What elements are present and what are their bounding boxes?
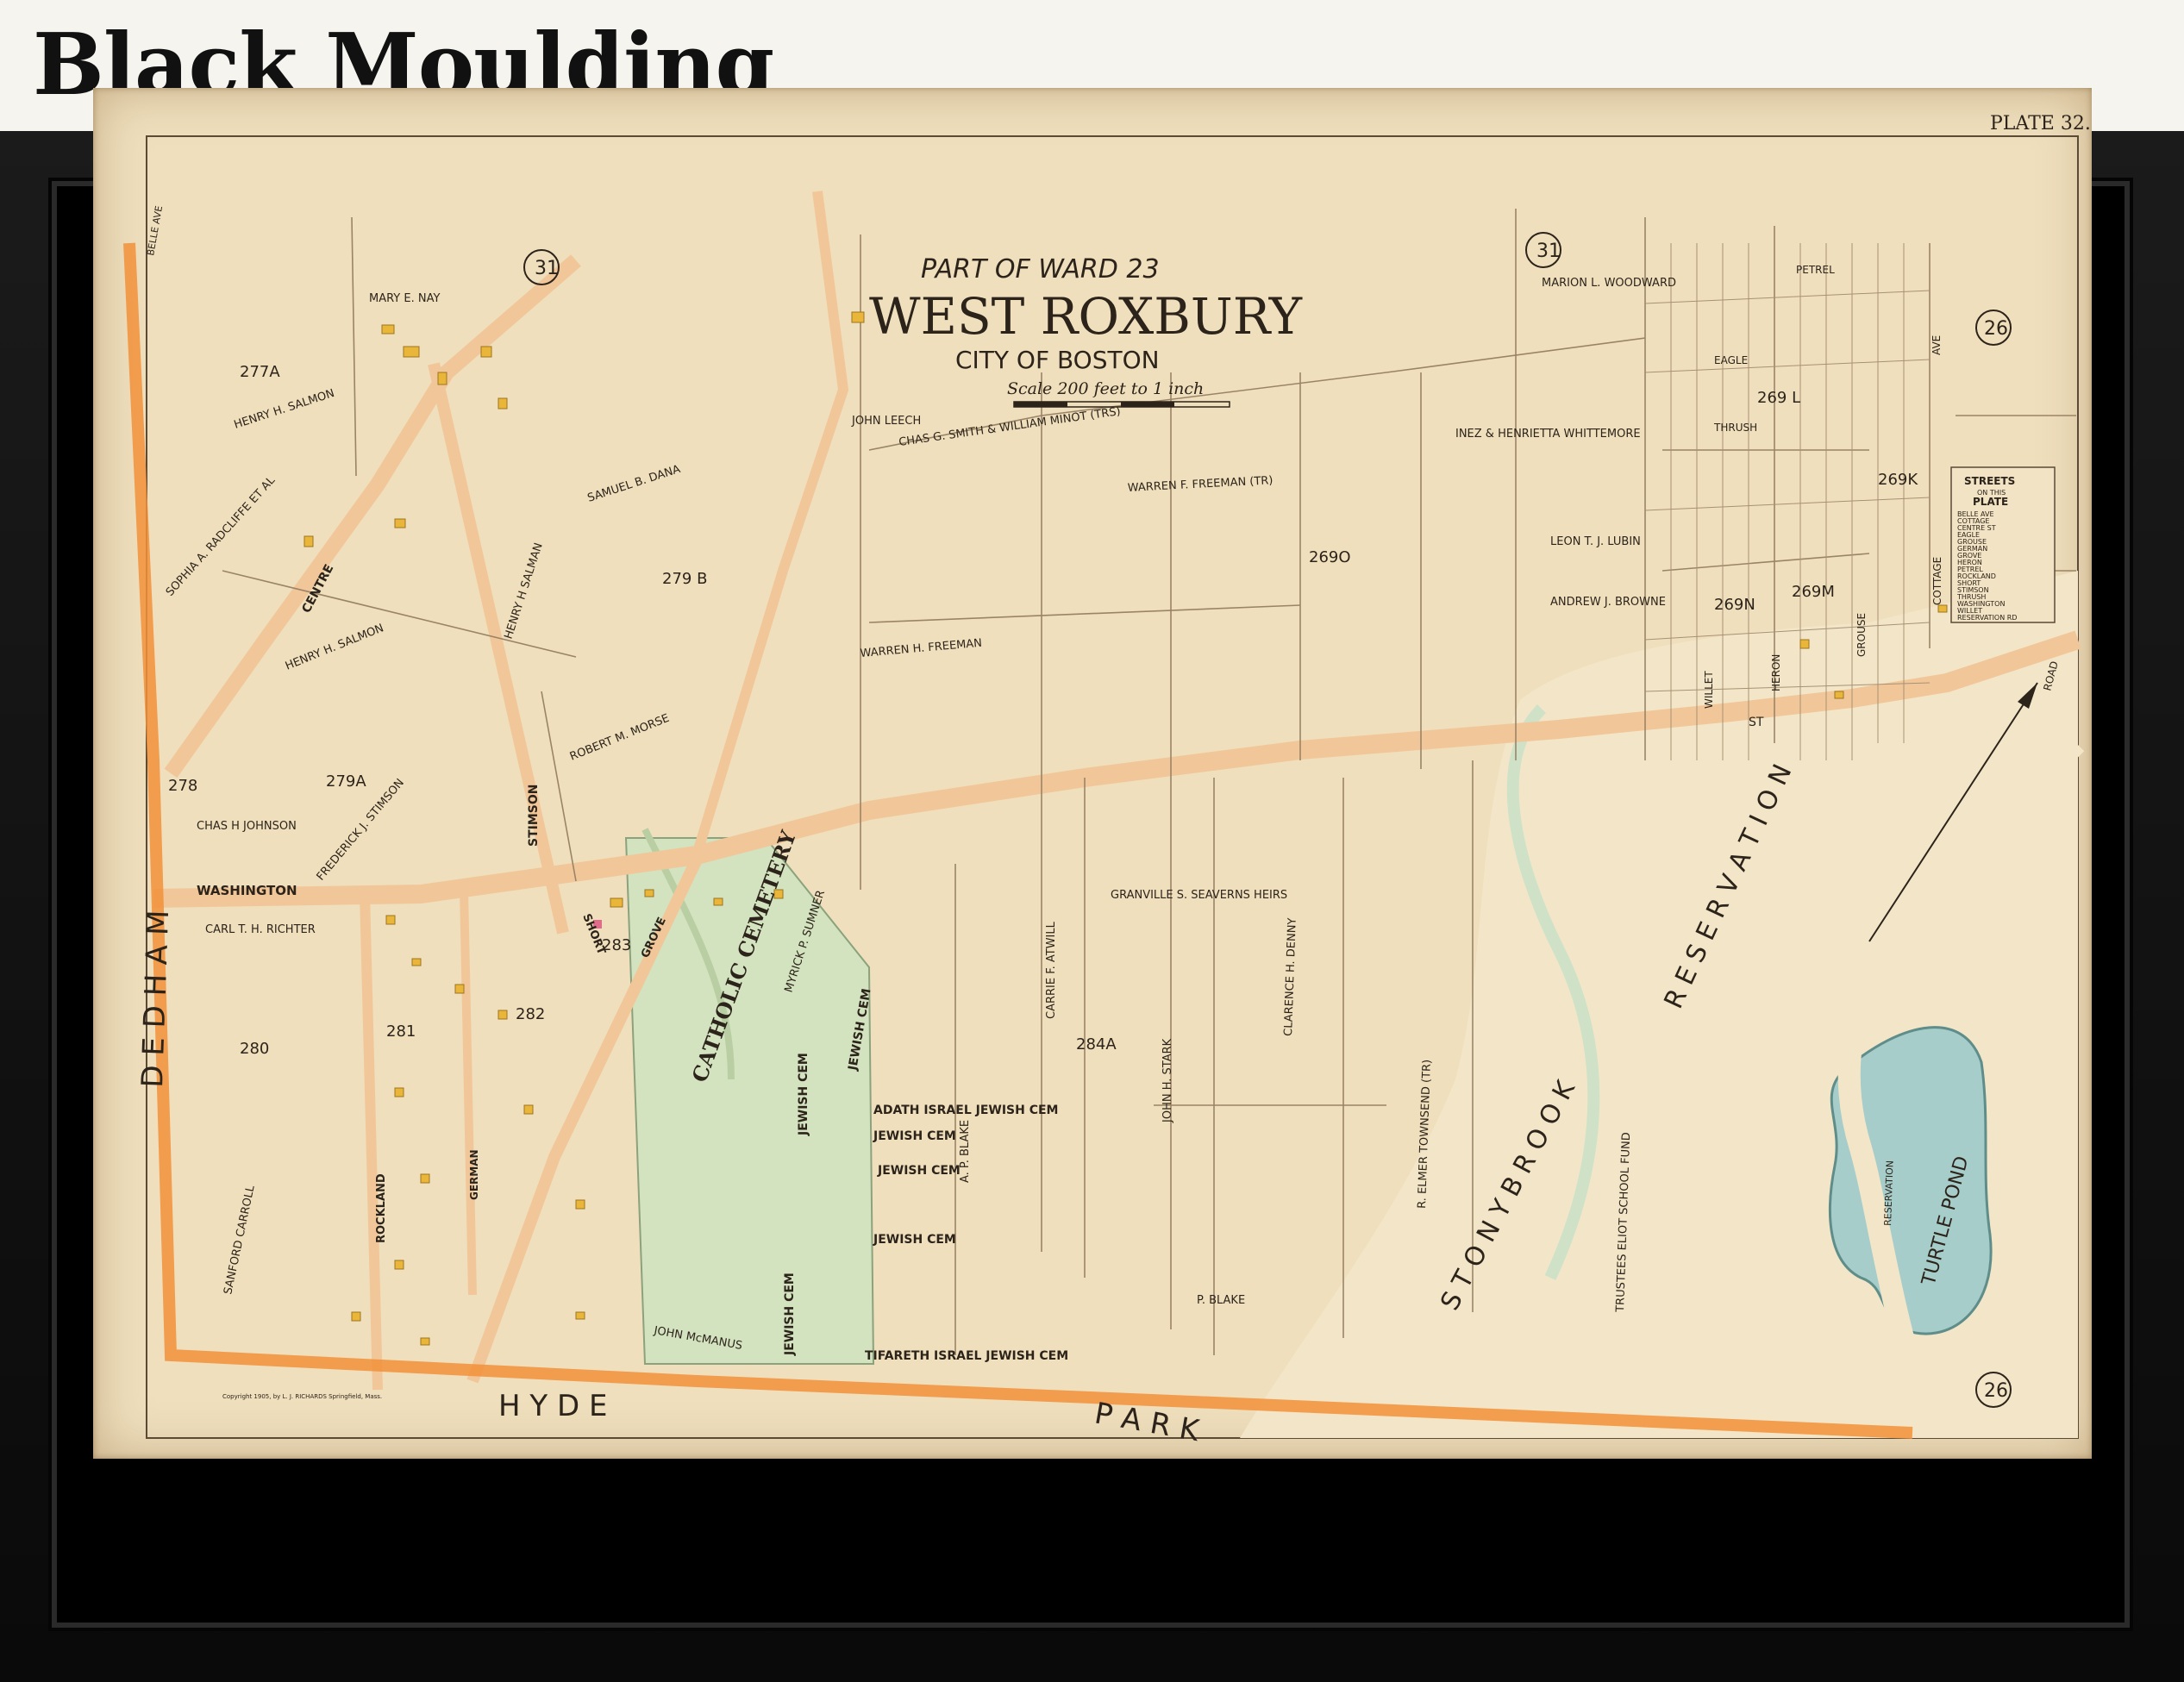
parcel-number: 269K: [1878, 471, 1918, 489]
map-city: CITY OF BOSTON: [955, 346, 1160, 374]
owner-label: HENRY H. SALMON: [284, 622, 385, 672]
german-street: [460, 889, 477, 1296]
street-label-stimson: STIMSON: [527, 785, 541, 847]
map-subtitle: PART OF WARD 23: [921, 254, 1160, 285]
street-label-ave: AVE: [1931, 335, 1943, 355]
legend-item: RESERVATION RD: [1957, 614, 2017, 622]
parcel-number: 279A: [326, 772, 366, 791]
legend-plate: PLATE: [1973, 496, 2008, 508]
owner-label: SANFORD CARROLL: [222, 1184, 258, 1296]
owner-label: CLARENCE H. DENNY: [1282, 917, 1299, 1036]
owner-label: HENRY H SALMAN: [503, 541, 546, 641]
plate-ref-top-mid: 31: [1536, 241, 1561, 262]
street-label-belle-ave: BELLE AVE: [145, 205, 165, 257]
cemetery-label: JEWISH CEM: [797, 1053, 810, 1136]
owner-label: LEON T. J. LUBIN: [1550, 535, 1641, 548]
scale-text: Scale 200 feet to 1 inch: [1007, 379, 1204, 398]
street-label-rockland: ROCKLAND: [375, 1173, 388, 1243]
owner-label: JOHN LEECH: [851, 415, 921, 428]
owner-label: SAMUEL B. DANA: [586, 463, 682, 505]
map-print: PLATE 32. PART OF WARD 23 WEST ROXBURY C…: [93, 88, 2092, 1459]
parcel-number: 280: [240, 1040, 269, 1058]
owner-label: CARRIE F. ATWILL: [1045, 921, 1058, 1019]
owner-label: CHAS G. SMITH & WILLIAM MINOT (TRS): [898, 405, 1121, 449]
parcel-number: 279 B: [662, 570, 707, 588]
street-label-reservation-rd: RESERVATION: [1882, 1160, 1896, 1226]
parcel-number: 269N: [1714, 596, 1755, 614]
owner-label: CHAS H JOHNSON: [197, 820, 297, 833]
parcel-number: 278: [168, 777, 197, 795]
owner-label: ANDREW J. BROWNE: [1550, 596, 1666, 609]
parcel-number: 281: [386, 1022, 416, 1041]
owner-label: WARREN H. FREEMAN: [860, 637, 983, 660]
street-label-cottage: COTTAGE: [1931, 557, 1943, 605]
parcel-number: 269M: [1792, 583, 1835, 601]
owner-label: MARION L. WOODWARD: [1542, 277, 1676, 290]
owner-label: A. P. BLAKE: [959, 1120, 972, 1183]
street-label-st: ST: [1749, 716, 1764, 729]
stimson-street: [428, 362, 569, 935]
street-label-grouse: GROUSE: [1855, 613, 1868, 657]
owner-label: ROBERT M. MORSE: [568, 712, 672, 764]
lagrange-road: [691, 191, 849, 857]
cemetery-label: JEWISH CEM: [783, 1272, 797, 1356]
owner-label: HENRY H. SALMON: [233, 387, 336, 432]
street-label-washington: WASHINGTON: [197, 883, 297, 898]
legend-title: STREETS: [1964, 475, 2015, 487]
owner-label: GRANVILLE S. SEAVERNS HEIRS: [1111, 889, 1287, 902]
street-label-thrush: THRUSH: [1713, 422, 1757, 434]
owner-label: MARY E. NAY: [369, 292, 440, 305]
street-label-dedham: D E D H A M: [135, 910, 176, 1088]
street-label-hyde: H Y D E: [498, 1389, 607, 1423]
street-label-eagle: EAGLE: [1714, 354, 1748, 366]
owner-label: FREDERICK J. STIMSON: [315, 777, 407, 884]
cemetery-label: TIFARETH ISRAEL JEWISH CEM: [865, 1349, 1068, 1363]
cemetery-label: JEWISH CEM: [877, 1164, 961, 1178]
owner-label: P. BLAKE: [1197, 1294, 1245, 1307]
owner-label: WARREN F. FREEMAN (TR): [1127, 474, 1273, 495]
owner-label: JOHN H. STARK: [1161, 1038, 1174, 1123]
cemetery-label: JEWISH CEM: [873, 1129, 956, 1143]
parcel-number: 282: [516, 1005, 545, 1023]
owner-label: INEZ & HENRIETTA WHITTEMORE: [1455, 428, 1641, 441]
owner-label: CARL T. H. RICHTER: [205, 923, 316, 936]
plate-ref-bottom-right: 26: [1984, 1380, 2008, 1402]
copyright: Copyright 1905, by L. J. RICHARDS Spring…: [222, 1393, 382, 1400]
scale-bar: [1013, 401, 1230, 408]
parcel-number: 283: [602, 936, 631, 954]
plate-ref-top-right: 26: [1984, 318, 2008, 340]
street-label-heron: HERON: [1770, 654, 1782, 691]
plate-ref-top-left: 31: [535, 258, 559, 279]
cemetery-label: ADATH ISRAEL JEWISH CEM: [873, 1104, 1058, 1117]
street-label-willet: WILLET: [1703, 671, 1715, 709]
parcel-number: 284A: [1076, 1035, 1117, 1054]
rockland-street: [360, 893, 383, 1391]
parcel-number: 269O: [1309, 548, 1351, 566]
cemetery-label: JEWISH CEM: [873, 1233, 956, 1247]
map-artwork: PLATE 32. PART OF WARD 23 WEST ROXBURY C…: [123, 113, 2091, 1448]
street-label-german: GERMAN: [468, 1149, 480, 1200]
parcel-number: 269 L: [1757, 389, 1800, 407]
plate-label: PLATE 32.: [1990, 113, 2091, 134]
map-title: WEST ROXBURY: [869, 287, 1303, 346]
street-label-petrel: PETREL: [1796, 264, 1835, 276]
parcel-number: 277A: [240, 363, 280, 381]
